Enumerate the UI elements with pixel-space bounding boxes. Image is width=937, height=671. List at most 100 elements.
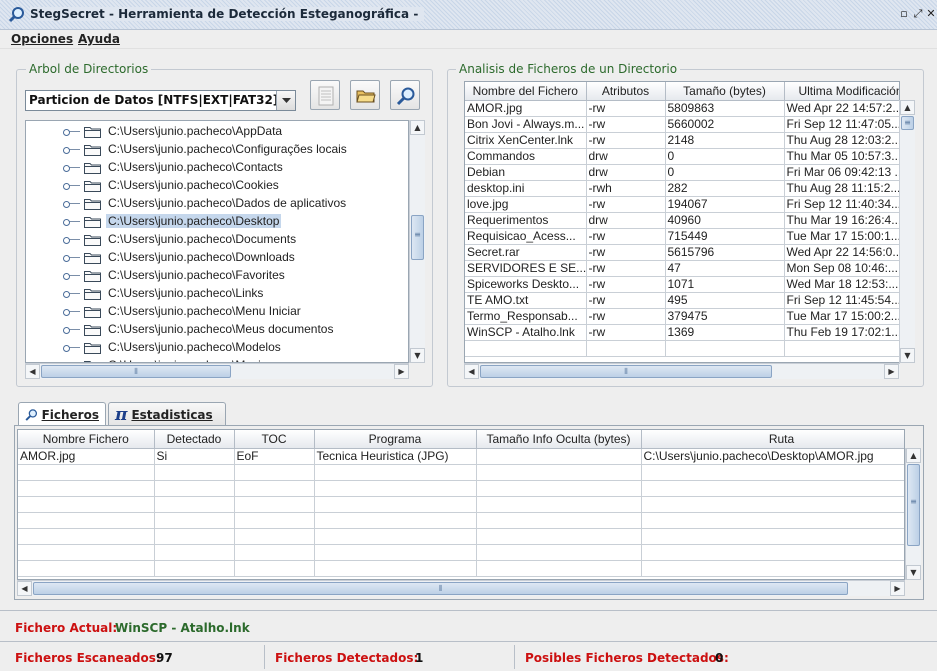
scroll-left-icon[interactable]: ◀ xyxy=(17,581,32,596)
maximize-icon[interactable]: ⤢ xyxy=(911,7,925,21)
tree-node-icon[interactable] xyxy=(63,326,80,334)
tab-estadisticas[interactable]: π Estadisticas xyxy=(108,402,226,426)
scroll-right-icon[interactable]: ▶ xyxy=(884,364,899,379)
scroll-right-icon[interactable]: ▶ xyxy=(890,581,905,596)
tree-item[interactable]: C:\Users\junio.pacheco\Musica xyxy=(66,356,275,362)
tree-item[interactable]: C:\Users\junio.pacheco\Modelos xyxy=(63,338,283,356)
open-folder-button[interactable] xyxy=(350,80,380,110)
files-horizontal-scrollbar[interactable]: ◀ ⦀ ▶ xyxy=(464,363,900,379)
tree-item[interactable]: C:\Users\junio.pacheco\Menu Iniciar xyxy=(63,302,303,320)
table-row[interactable]: love.jpg -rw 194067 Fri Sep 12 11:40:34... xyxy=(465,196,899,213)
table-row[interactable]: Requisicao_Acess... -rw 715449 Tue Mar 17 1… xyxy=(465,228,899,245)
tree-vertical-scrollbar[interactable]: ▲ ≡ ▼ xyxy=(409,120,425,363)
files-hscroll-thumb[interactable]: ⦀ xyxy=(480,365,772,378)
results-column-header[interactable]: Nombre Fichero xyxy=(18,430,155,449)
minimize-icon[interactable]: ▫ xyxy=(897,7,911,21)
tree-hscroll-thumb[interactable]: ⦀ xyxy=(41,365,231,378)
table-row[interactable]: Termo_Responsab... -rw 379475 Tue Mar 17 15… xyxy=(465,308,899,325)
tree-scroll-thumb[interactable]: ≡ xyxy=(411,215,424,260)
tree-item[interactable]: C:\Users\junio.pacheco\AppData xyxy=(63,122,284,140)
close-icon[interactable]: ✕ xyxy=(924,7,937,21)
files-column-header[interactable]: Tamaño (bytes) xyxy=(665,82,785,101)
files-column-header[interactable]: Ultima Modificación xyxy=(784,82,899,101)
table-row[interactable]: desktop.ini -rwh 282 Thu Aug 28 11:15:2... xyxy=(465,180,899,197)
tree-item[interactable]: C:\Users\junio.pacheco\Downloads xyxy=(63,248,297,266)
results-hscroll-thumb[interactable]: ⦀ xyxy=(33,582,848,595)
scroll-down-icon[interactable]: ▼ xyxy=(410,348,425,363)
tree-item[interactable]: C:\Users\junio.pacheco\Contacts xyxy=(63,158,285,176)
results-column-header[interactable]: Ruta xyxy=(641,430,904,449)
tree-node-icon[interactable] xyxy=(63,254,80,262)
folder-open-icon xyxy=(356,90,376,103)
table-row[interactable]: Secret.rar -rw 5615796 Wed Apr 22 14:56:0..… xyxy=(465,244,899,261)
tree-node-icon[interactable] xyxy=(63,344,80,352)
tree-item[interactable]: C:\Users\junio.pacheco\Configurações loc… xyxy=(63,140,349,158)
scroll-left-icon[interactable]: ◀ xyxy=(25,364,40,379)
list-view-button[interactable] xyxy=(310,80,340,110)
table-row[interactable]: AMOR.jpg Si EoF Tecnica Heuristica (JPG) C:\… xyxy=(18,448,904,465)
partition-select[interactable]: Particion de Datos [NTFS|EXT|FAT32]... xyxy=(25,90,296,111)
menu-ayuda[interactable]: Ayuda xyxy=(78,32,120,46)
results-vertical-scrollbar[interactable]: ▲ ≡ ▼ xyxy=(905,448,921,580)
tree-item[interactable]: C:\Users\junio.pacheco\Favorites xyxy=(63,266,287,284)
table-row[interactable]: SERVIDORES E SE... -rw 47 Mon Sep 08 10:46:… xyxy=(465,260,899,277)
table-row[interactable]: TE AMO.txt -rw 495 Fri Sep 12 11:45:54... xyxy=(465,292,899,309)
results-scroll-thumb[interactable]: ≡ xyxy=(907,464,920,546)
scroll-down-icon[interactable]: ▼ xyxy=(906,565,921,580)
table-row[interactable]: AMOR.jpg -rw 5809863 Wed Apr 22 14:57:2... xyxy=(465,100,899,117)
tree-node-icon[interactable] xyxy=(63,164,80,172)
tree-item[interactable]: C:\Users\junio.pacheco\Links xyxy=(63,284,265,302)
analyze-button[interactable] xyxy=(390,80,420,110)
tree-node-icon[interactable] xyxy=(63,218,80,226)
tree-item[interactable]: C:\Users\junio.pacheco\Dados de aplicati… xyxy=(63,194,348,212)
tree-item[interactable]: C:\Users\junio.pacheco\Cookies xyxy=(63,176,281,194)
results-table[interactable]: Nombre Fichero Detectado TOC Programa Tamaño… xyxy=(17,429,905,580)
tree-item[interactable]: C:\Users\junio.pacheco\Documents xyxy=(63,230,298,248)
files-column-header[interactable]: Nombre del Fichero xyxy=(465,82,587,101)
files-column-header[interactable]: Atributos xyxy=(586,82,666,101)
scroll-up-icon[interactable]: ▲ xyxy=(410,120,425,135)
tree-node-icon[interactable] xyxy=(63,272,80,280)
table-row[interactable]: Commandos drw 0 Thu Mar 05 10:57:3... xyxy=(465,148,899,165)
directory-tree[interactable]: C:\Users\junio.pacheco\AppData C:\Users\j… xyxy=(25,120,409,363)
scroll-left-icon[interactable]: ◀ xyxy=(464,364,479,379)
files-cell: Wed Mar 18 12:53:... xyxy=(784,276,899,293)
scroll-down-icon[interactable]: ▼ xyxy=(900,348,915,363)
tree-node-icon[interactable] xyxy=(63,146,80,154)
files-cell: 282 xyxy=(665,180,785,197)
table-row[interactable]: Debian drw 0 Fri Mar 06 09:42:13 ... xyxy=(465,164,899,181)
tree-horizontal-scrollbar[interactable]: ◀ ⦀ ▶ xyxy=(25,363,409,379)
table-row[interactable]: Requerimentos drw 40960 Thu Mar 19 16:26:4.… xyxy=(465,212,899,229)
tree-item-label: C:\Users\junio.pacheco\Cookies xyxy=(108,178,279,192)
chevron-down-icon[interactable] xyxy=(276,91,295,110)
results-cell: Si xyxy=(154,448,235,465)
menu-opciones[interactable]: Opciones xyxy=(11,32,73,46)
scroll-up-icon[interactable]: ▲ xyxy=(900,100,915,115)
tree-item[interactable]: C:\Users\junio.pacheco\Meus documentos xyxy=(63,320,335,338)
results-column-header[interactable]: TOC xyxy=(234,430,315,449)
folder-icon xyxy=(84,179,101,192)
files-vertical-scrollbar[interactable]: ▲ ≡ ▼ xyxy=(899,100,915,363)
table-row[interactable]: WinSCP - Atalho.lnk -rw 1369 Thu Feb 19 17:… xyxy=(465,324,899,341)
files-cell: -rw xyxy=(586,324,666,341)
results-column-header[interactable]: Tamaño Info Oculta (bytes) xyxy=(476,430,642,449)
files-table[interactable]: Nombre del Fichero Atributos Tamaño (bytes… xyxy=(464,81,900,363)
tree-node-icon[interactable] xyxy=(63,128,80,136)
results-horizontal-scrollbar[interactable]: ◀ ⦀ ▶ xyxy=(17,580,905,596)
tree-node-icon[interactable] xyxy=(63,236,80,244)
tab-ficheros[interactable]: Ficheros xyxy=(18,402,106,426)
scroll-right-icon[interactable]: ▶ xyxy=(394,364,409,379)
table-row[interactable]: Citrix XenCenter.lnk -rw 2148 Thu Aug 28 12… xyxy=(465,132,899,149)
tree-node-icon[interactable] xyxy=(63,290,80,298)
results-cell xyxy=(18,560,155,577)
tree-node-icon[interactable] xyxy=(63,308,80,316)
results-column-header[interactable]: Detectado xyxy=(154,430,235,449)
tree-item[interactable]: C:\Users\junio.pacheco\Desktop xyxy=(63,212,282,230)
scroll-up-icon[interactable]: ▲ xyxy=(906,448,921,463)
table-row[interactable]: Bon Jovi - Always.m... -rw 5660002 Fri Sep … xyxy=(465,116,899,133)
tree-node-icon[interactable] xyxy=(63,182,80,190)
table-row[interactable]: Spiceworks Deskto... -rw 1071 Wed Mar 18 12… xyxy=(465,276,899,293)
tree-node-icon[interactable] xyxy=(63,200,80,208)
results-column-header[interactable]: Programa xyxy=(314,430,477,449)
files-scroll-thumb[interactable]: ≡ xyxy=(901,116,914,130)
